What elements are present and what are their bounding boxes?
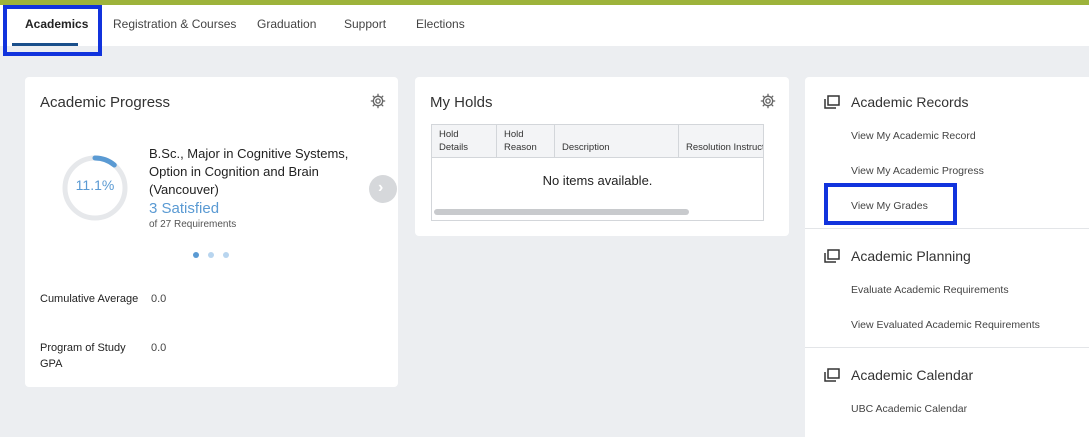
- carousel-dot-2[interactable]: [208, 252, 214, 258]
- progress-percent: 11.1%: [75, 177, 115, 193]
- program-name: B.Sc., Major in Cognitive Systems, Optio…: [149, 146, 349, 197]
- view-evaluated-requirements-link[interactable]: View Evaluated Academic Requirements: [851, 319, 1040, 331]
- section-divider: [805, 347, 1089, 348]
- academic-progress-title: Academic Progress: [40, 94, 171, 111]
- column-header-hold-details[interactable]: Hold Details: [432, 125, 497, 158]
- column-header-description[interactable]: Description: [555, 125, 679, 158]
- horizontal-scrollbar[interactable]: [434, 209, 689, 215]
- section-divider: [805, 228, 1089, 229]
- highlight-box-view-my-grades: [824, 183, 957, 225]
- view-academic-progress-link[interactable]: View My Academic Progress: [851, 165, 984, 177]
- carousel-dot-1[interactable]: [193, 252, 199, 258]
- main-tab-bar: Academics Registration & Courses Graduat…: [0, 5, 1089, 46]
- gear-icon[interactable]: [760, 93, 776, 109]
- academic-planning-title: Academic Planning: [851, 248, 971, 264]
- column-header-hold-reason[interactable]: Hold Reason: [497, 125, 555, 158]
- cumulative-average-value: 0.0: [151, 293, 167, 305]
- cumulative-average-label: Cumulative Average: [40, 293, 139, 305]
- carousel-dot-3[interactable]: [223, 252, 229, 258]
- ubc-academic-calendar-link[interactable]: UBC Academic Calendar: [851, 403, 967, 415]
- evaluate-academic-requirements-link[interactable]: Evaluate Academic Requirements: [851, 284, 1009, 296]
- holds-table: Hold Details Hold Reason Description Res…: [431, 124, 764, 221]
- chevron-right-icon: ›: [378, 179, 384, 196]
- stacked-windows-icon: [824, 249, 840, 263]
- tab-elections[interactable]: Elections: [416, 5, 465, 46]
- academic-records-title: Academic Records: [851, 94, 969, 110]
- requirements-total: of 27 Requirements: [149, 219, 237, 230]
- academic-calendar-title: Academic Calendar: [851, 367, 974, 383]
- program-gpa-label: Program of Study GPA: [40, 342, 126, 370]
- program-gpa-value: 0.0: [151, 342, 167, 354]
- tab-graduation[interactable]: Graduation: [257, 5, 316, 46]
- holds-empty-message: No items available.: [542, 173, 653, 188]
- column-header-resolution-instructions[interactable]: Resolution Instructions: [679, 125, 763, 158]
- highlight-box-academics-tab: [3, 5, 102, 56]
- stacked-windows-icon: [824, 95, 840, 109]
- next-slide-button[interactable]: ›: [369, 175, 397, 203]
- my-holds-card: My Holds Hold Details Hold Reason Descri…: [415, 77, 789, 236]
- view-academic-record-link[interactable]: View My Academic Record: [851, 130, 976, 142]
- gear-icon[interactable]: [370, 93, 386, 109]
- my-holds-title: My Holds: [430, 94, 493, 111]
- academics-links-panel: Academic Records View My Academic Record…: [805, 77, 1089, 437]
- tab-registration-courses[interactable]: Registration & Courses: [113, 5, 236, 46]
- academic-progress-card: Academic Progress 11.1% B.Sc., Major in …: [25, 77, 398, 387]
- tab-support[interactable]: Support: [344, 5, 386, 46]
- satisfied-count: 3 Satisfied: [149, 200, 220, 217]
- stacked-windows-icon: [824, 368, 840, 382]
